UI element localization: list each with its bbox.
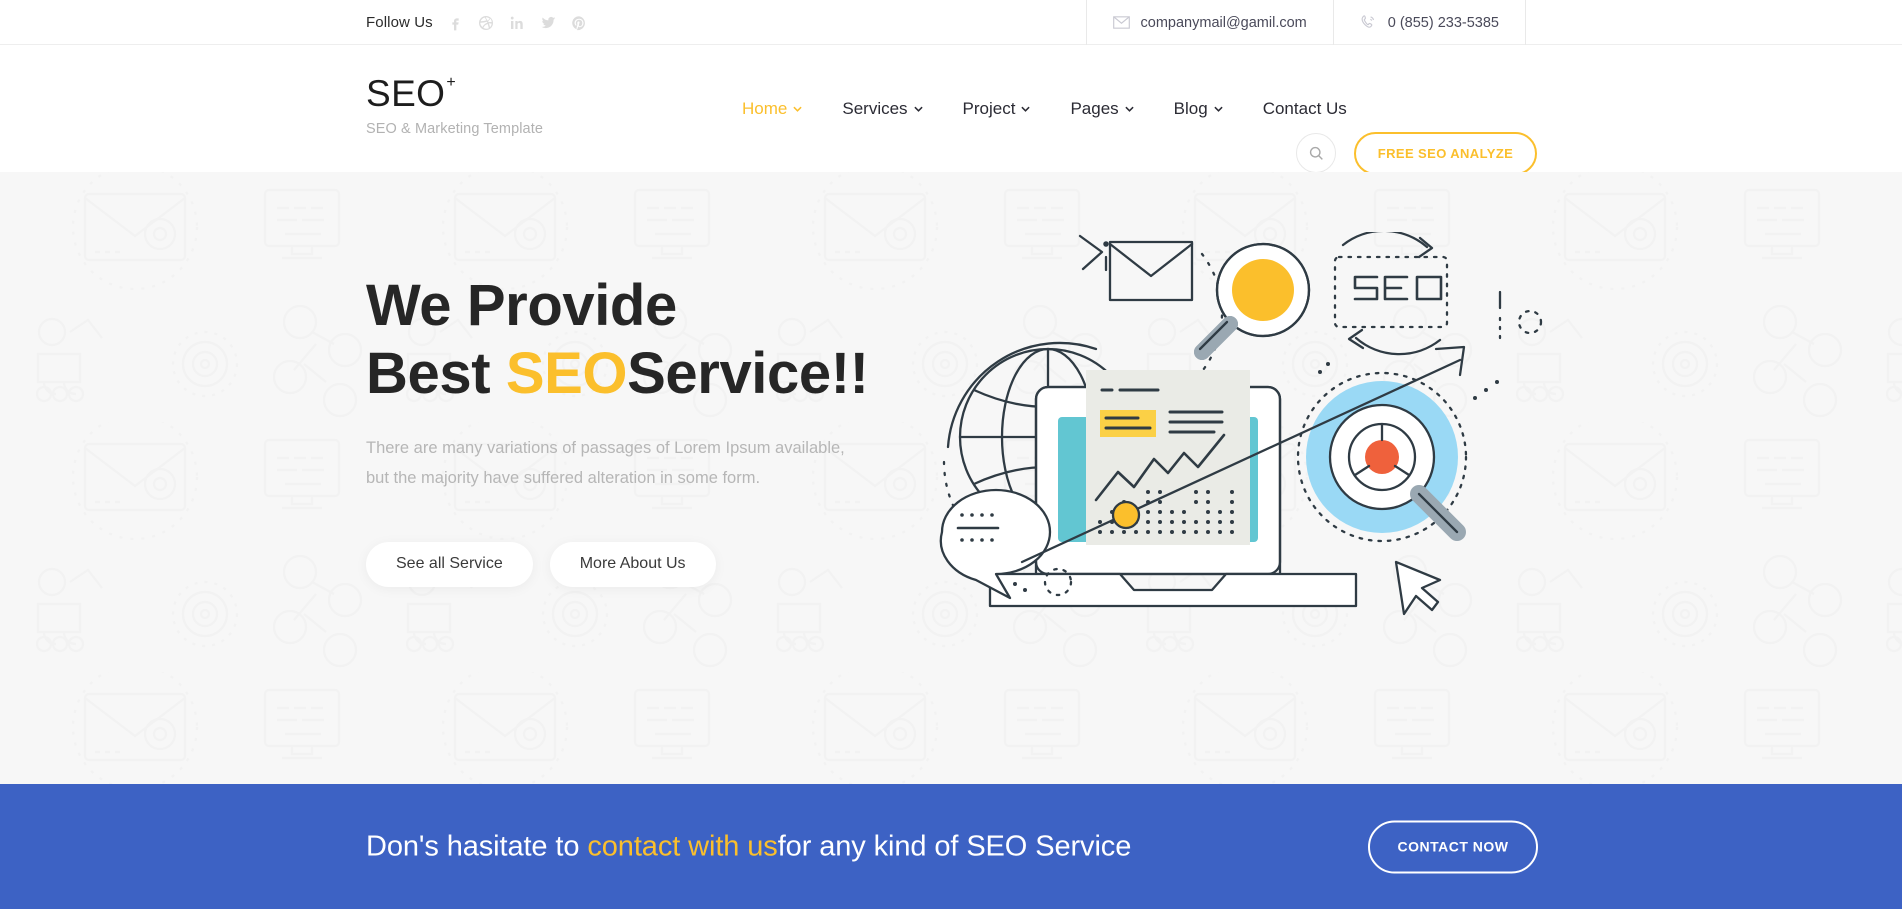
top-bar: Follow Us companymail@gamil.com 0 (855) … — [0, 0, 1902, 45]
see-all-service-button[interactable]: See all Service — [366, 541, 533, 587]
nav-label: Services — [842, 98, 908, 118]
chevron-down-icon — [1021, 106, 1031, 112]
twitter-icon[interactable] — [540, 15, 556, 31]
nav-item-project[interactable]: Project — [943, 99, 1051, 119]
nav-item-services[interactable]: Services — [822, 99, 942, 119]
dribbble-icon[interactable] — [478, 15, 494, 31]
hero-subtitle: There are many variations of passages of… — [366, 433, 886, 494]
nav-label: Blog — [1173, 98, 1208, 118]
brand-tagline: SEO & Marketing Template — [366, 121, 544, 137]
seo-analytics-illustration — [930, 232, 1550, 652]
social-links — [447, 15, 587, 31]
nav-label: Contact Us — [1262, 98, 1347, 118]
nav-item-home[interactable]: Home — [722, 99, 822, 119]
chevron-down-icon — [913, 106, 923, 112]
facebook-icon[interactable] — [447, 15, 463, 31]
phone-text: 0 (855) 233-5385 — [1387, 14, 1499, 31]
nav-label: Project — [962, 98, 1016, 118]
site-header: SEO+ SEO & Marketing Template Home Servi… — [0, 45, 1902, 175]
top-bar-left: Follow Us — [366, 0, 587, 45]
nav-item-blog[interactable]: Blog — [1154, 99, 1243, 119]
more-about-us-button[interactable]: More About Us — [549, 541, 716, 587]
hero-subtitle-line1: There are many variations of passages of… — [366, 438, 845, 457]
hero-subtitle-line2: but the majority have suffered alteratio… — [366, 469, 761, 488]
pinterest-icon[interactable] — [571, 15, 587, 31]
hero-heading-line1: We Provide — [366, 273, 677, 338]
seo-landing-page: Follow Us companymail@gamil.com 0 (855) … — [0, 0, 1902, 909]
search-button[interactable] — [1296, 133, 1336, 173]
cta-band-text: Don's hasitate to contact with usfor any… — [366, 830, 1131, 863]
chevron-down-icon — [793, 106, 803, 112]
logo-text: SEO+ — [366, 73, 457, 114]
chevron-down-icon — [1125, 106, 1134, 112]
hero-buttons: See all Service More About Us — [366, 541, 886, 587]
nav-item-pages[interactable]: Pages — [1050, 99, 1153, 119]
free-seo-analyze-button[interactable]: FREE SEO ANALYZE — [1354, 132, 1537, 175]
cta-text-post: for any kind of SEO Service — [777, 830, 1132, 862]
search-icon — [1309, 146, 1323, 160]
hero-section: We Provide Best SEOService!! There are m… — [0, 172, 1902, 784]
email-text: companymail@gamil.com — [1140, 14, 1307, 31]
linkedin-icon[interactable] — [509, 15, 525, 31]
logo-word: SEO — [366, 73, 446, 114]
follow-us-label: Follow Us — [366, 14, 433, 31]
cta-text-highlight[interactable]: contact with us — [587, 830, 777, 862]
hero-heading-line2-pre: Best — [366, 340, 506, 406]
contact-now-button[interactable]: CONTACT NOW — [1368, 820, 1538, 873]
brand-logo-block[interactable]: SEO+ SEO & Marketing Template — [366, 73, 544, 137]
nav-label: Pages — [1070, 98, 1119, 118]
main-navigation: Home Services Project Pages Blog Contact… — [722, 45, 1367, 172]
nav-item-contact-us[interactable]: Contact Us — [1243, 99, 1367, 119]
envelope-icon — [1112, 14, 1130, 31]
contact-cta-band: Don's hasitate to contact with usfor any… — [0, 784, 1902, 909]
logo-plus-mark: + — [446, 73, 457, 91]
top-bar-right: companymail@gamil.com 0 (855) 233-5385 — [1085, 0, 1526, 45]
hero-heading-highlight: SEO — [505, 340, 628, 406]
cta-text-pre: Don's hasitate to — [366, 830, 588, 862]
email-contact[interactable]: companymail@gamil.com — [1085, 0, 1333, 45]
chevron-down-icon — [1214, 106, 1223, 112]
hero-copy: We Provide Best SEOService!! There are m… — [366, 272, 886, 587]
nav-label: Home — [742, 98, 788, 118]
phone-icon — [1360, 14, 1377, 31]
hero-heading-line2-post: Service!! — [627, 340, 869, 406]
phone-contact[interactable]: 0 (855) 233-5385 — [1332, 0, 1526, 45]
hero-heading: We Provide Best SEOService!! — [366, 272, 886, 408]
